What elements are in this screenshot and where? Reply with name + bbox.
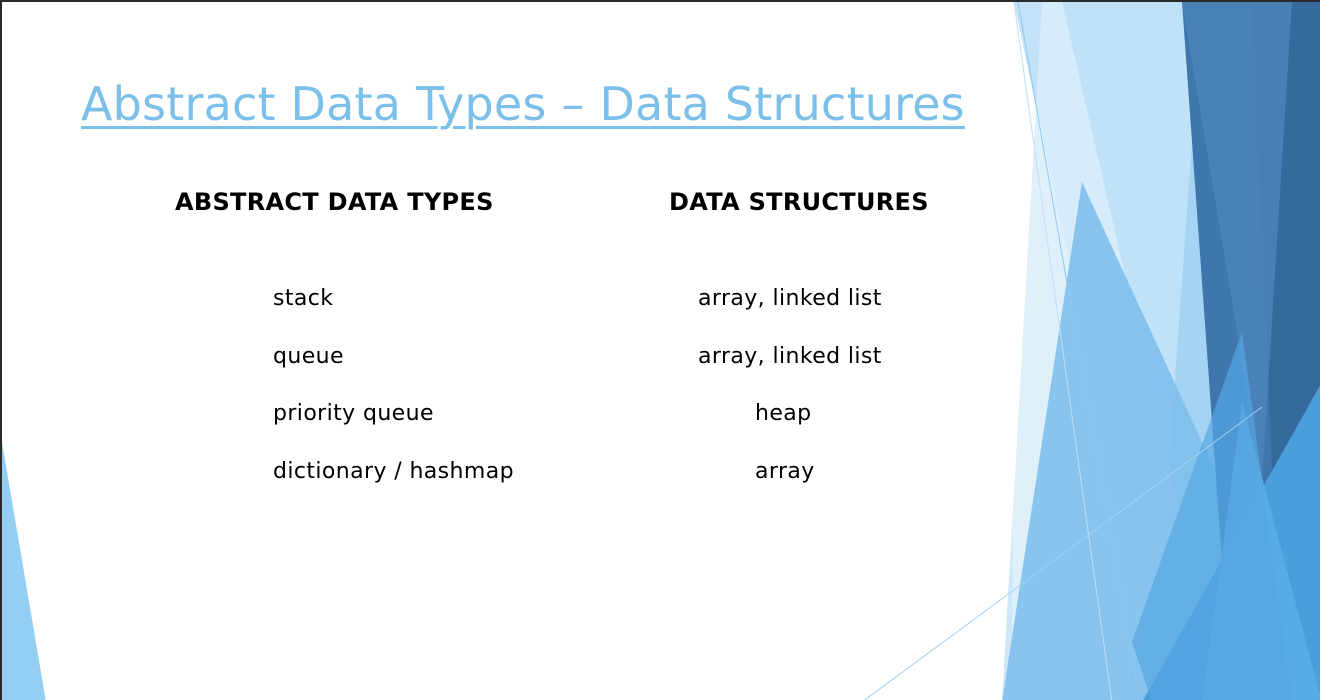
structure-cell: array, linked list — [698, 344, 882, 369]
adt-cell: queue — [273, 344, 344, 369]
slide: Abstract Data Types – Data Structures AB… — [0, 0, 1320, 700]
structure-cell: heap — [755, 401, 812, 426]
structure-cell: array, linked list — [698, 286, 882, 311]
column-header-abstract-data-types: ABSTRACT DATA TYPES — [175, 188, 494, 216]
slide-title: Abstract Data Types – Data Structures — [81, 77, 965, 131]
adt-cell: dictionary / hashmap — [273, 459, 514, 484]
structure-cell: array — [755, 459, 815, 484]
adt-cell: stack — [273, 286, 334, 311]
adt-cell: priority queue — [273, 401, 434, 426]
column-header-data-structures: DATA STRUCTURES — [669, 188, 929, 216]
